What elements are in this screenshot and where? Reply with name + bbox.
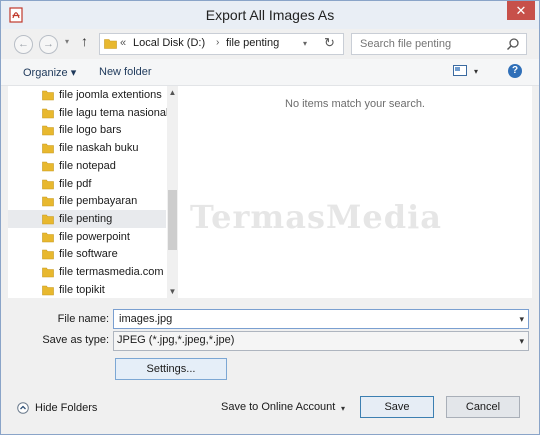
folder-icon: [42, 108, 54, 118]
tree-item[interactable]: file topikit: [8, 281, 166, 298]
tree-item[interactable]: file logo bars: [8, 121, 166, 139]
search-box[interactable]: [351, 33, 527, 55]
help-icon[interactable]: ?: [508, 64, 522, 78]
forward-button[interactable]: →: [39, 35, 58, 54]
search-input[interactable]: [358, 37, 502, 51]
tree-item-label: file termasmedia.com: [59, 266, 164, 278]
tree-item-label: file pdf: [59, 177, 92, 190]
folder-icon: [42, 161, 54, 172]
close-button[interactable]: ✕: [507, 1, 535, 20]
save-online-account-button[interactable]: Save to Online Account: [221, 401, 335, 413]
chevron-up-icon: [17, 402, 29, 414]
folder-icon: [42, 285, 54, 295]
tree-item-label: file notepad: [59, 159, 116, 172]
refresh-button[interactable]: ↻: [324, 35, 335, 51]
file-name-label: File name:: [57, 313, 109, 325]
save-type-select[interactable]: JPEG (*.jpg,*.jpeg,*.jpe) ▾: [113, 331, 529, 351]
address-segment-folder[interactable]: file penting: [226, 37, 279, 49]
tree-item[interactable]: file software: [8, 245, 166, 263]
address-dropdown[interactable]: ▾: [303, 39, 307, 48]
save-type-label: Save as type:: [42, 334, 109, 346]
title-bar: Export All Images As ✕: [1, 1, 539, 29]
search-icon[interactable]: [506, 37, 520, 51]
tree-item-label: file lagu tema nasionalis: [59, 106, 177, 119]
scroll-down-button[interactable]: ▼: [167, 287, 178, 296]
scroll-up-button[interactable]: ▲: [167, 88, 178, 97]
file-name-field[interactable]: ▾: [113, 309, 529, 329]
file-name-dropdown[interactable]: ▾: [519, 314, 524, 325]
address-bar[interactable]: « Local Disk (D:) › file penting ▾ ↻: [99, 33, 344, 55]
tree-item-label: file software: [59, 248, 118, 261]
folder-icon: [42, 196, 54, 207]
file-name-input[interactable]: [117, 312, 501, 326]
command-toolbar: Organize ▾ New folder ▾ ?: [1, 59, 539, 86]
folder-icon: [42, 179, 54, 189]
save-type-value: JPEG (*.jpg,*.jpeg,*.jpe): [117, 334, 235, 346]
folder-icon: [42, 232, 54, 242]
file-list-pane[interactable]: No items match your search. TermasMedia: [178, 86, 532, 298]
tree-item-label: file penting: [59, 212, 113, 225]
back-button[interactable]: ←: [14, 35, 33, 54]
export-dialog: Export All Images As ✕ ← → ▾ ↑ « Local D…: [0, 0, 540, 435]
tree-item-label: file topikit: [59, 283, 105, 296]
tree-item[interactable]: file joomla extentions: [8, 86, 166, 104]
tree-scrollbar[interactable]: ▲ ▼: [167, 86, 178, 298]
view-options-icon[interactable]: [453, 65, 467, 76]
tree-item[interactable]: file penting: [8, 209, 166, 228]
address-separator[interactable]: ›: [216, 37, 219, 48]
tree-item[interactable]: file notepad: [8, 157, 166, 175]
tree-item-label: file pembayaran: [59, 195, 138, 208]
folder-icon: [42, 143, 54, 154]
navigation-pane: file joomla extentions file lagu tema nas…: [8, 86, 178, 298]
tree-item-label: file naskah buku: [59, 142, 139, 155]
address-segment-drive[interactable]: Local Disk (D:): [133, 37, 205, 49]
view-dropdown[interactable]: ▾: [474, 67, 478, 76]
navigation-bar: ← → ▾ ↑ « Local Disk (D:) › file penting…: [1, 29, 539, 59]
tree-item-label: file joomla extentions: [59, 89, 162, 101]
save-button[interactable]: Save: [360, 396, 434, 418]
folder-icon: [104, 39, 117, 49]
online-account-dropdown[interactable]: ▾: [341, 404, 345, 413]
folder-icon: [42, 126, 54, 136]
tree-item-label: file logo bars: [59, 124, 122, 137]
tree-item[interactable]: file lagu tema nasionalis: [8, 104, 176, 122]
empty-message: No items match your search.: [285, 98, 425, 110]
organize-button[interactable]: Organize ▾: [23, 66, 76, 79]
recent-locations-dropdown[interactable]: ▾: [65, 37, 69, 46]
tree-item[interactable]: file pdf: [8, 175, 166, 193]
cancel-button[interactable]: Cancel: [446, 396, 520, 418]
folder-icon: [42, 249, 54, 260]
tree-item[interactable]: file pembayaran: [8, 192, 166, 210]
up-folder-button[interactable]: ↑: [81, 33, 88, 49]
settings-button[interactable]: Settings...: [115, 358, 227, 380]
folder-icon: [42, 90, 54, 101]
window-title: Export All Images As: [205, 7, 335, 23]
address-overflow[interactable]: «: [120, 37, 126, 49]
save-options-area: File name: ▾ Save as type: JPEG (*.jpg,*…: [1, 298, 539, 434]
watermark: TermasMedia: [190, 198, 443, 236]
new-folder-button[interactable]: New folder: [99, 66, 152, 78]
tree-item[interactable]: file powerpoint: [8, 228, 166, 246]
tree-item[interactable]: file termasmedia.com: [8, 263, 166, 281]
hide-folders-label: Hide Folders: [35, 402, 98, 414]
save-type-dropdown[interactable]: ▾: [519, 336, 524, 347]
tree-item[interactable]: file naskah buku: [8, 139, 166, 157]
folder-icon: [42, 214, 54, 225]
folder-icon: [42, 267, 54, 278]
scroll-thumb[interactable]: [168, 190, 177, 250]
tree-item-label: file powerpoint: [59, 230, 130, 243]
